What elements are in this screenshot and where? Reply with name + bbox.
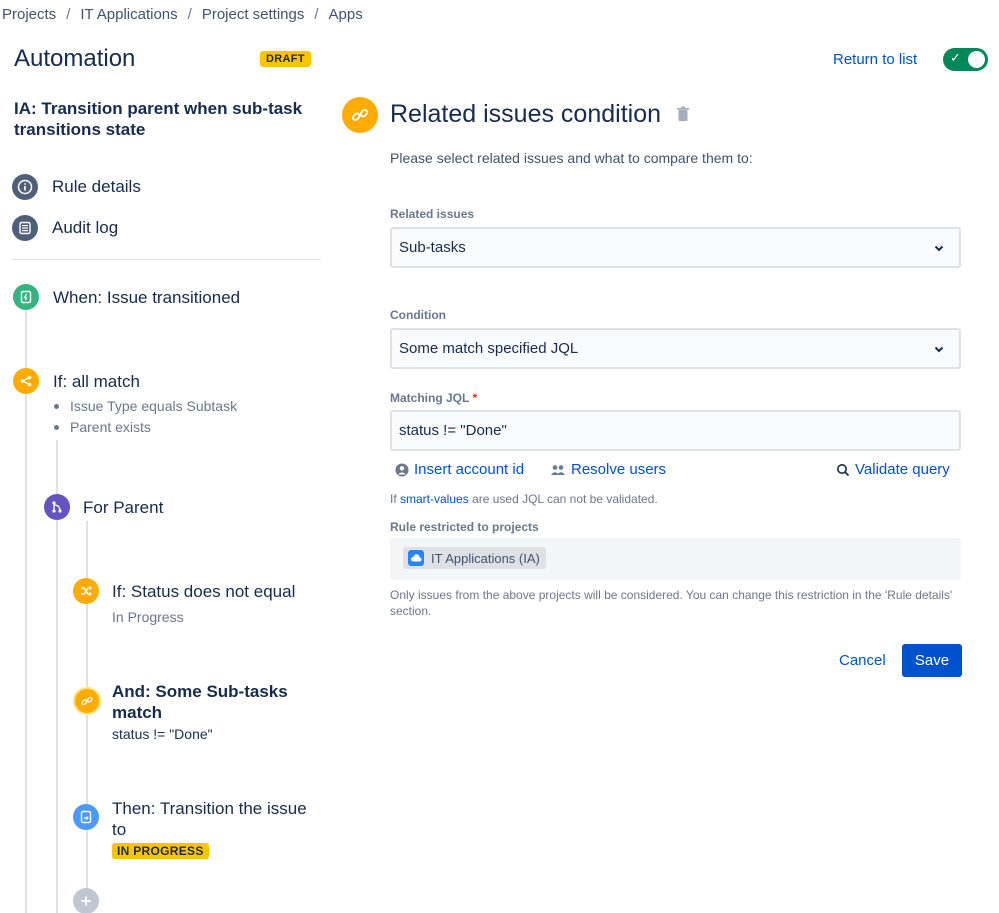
breadcrumb-it-applications[interactable]: IT Applications <box>80 6 177 23</box>
insert-account-id-label: Insert account id <box>414 461 525 478</box>
if-status-step[interactable]: If: Status does not equal <box>112 581 295 602</box>
restricted-projects-label: Rule restricted to projects <box>390 520 539 534</box>
condition-value: Some match specified JQL <box>399 340 579 357</box>
condition-list: Issue Type equals Subtask Parent exists <box>52 396 237 438</box>
users-icon <box>551 464 565 475</box>
list-item: Parent exists <box>52 417 237 438</box>
if-all-match-step[interactable]: If: all match <box>53 371 140 392</box>
rule-details-link[interactable]: Rule details <box>12 174 141 200</box>
status-lozenge: IN PROGRESS <box>112 843 209 859</box>
insert-account-id-button[interactable]: Insert account id <box>395 461 524 478</box>
audit-log-label: Audit log <box>52 218 119 237</box>
breadcrumb-separator: / <box>66 6 71 23</box>
toggle-knob <box>968 51 985 68</box>
hint-suffix: are used JQL can not be validated. <box>468 492 658 506</box>
breadcrumb-apps[interactable]: Apps <box>329 6 363 23</box>
breadcrumb-separator: / <box>187 6 192 23</box>
return-to-list-link[interactable]: Return to list <box>833 51 917 68</box>
user-icon <box>395 463 409 476</box>
shuffle-icon[interactable] <box>73 578 99 604</box>
required-marker: * <box>472 391 478 405</box>
validate-query-button[interactable]: Validate query <box>836 461 950 478</box>
rule-details-label: Rule details <box>52 177 141 196</box>
panel-title: Related issues condition <box>390 100 661 128</box>
related-issues-label: Related issues <box>390 207 475 221</box>
matching-jql-label-text: Matching JQL <box>390 391 470 405</box>
resolve-users-label: Resolve users <box>571 461 667 478</box>
then-transition-step[interactable]: Then: Transition the issue to <box>112 798 312 840</box>
save-button[interactable]: Save <box>902 644 962 677</box>
audit-log-link[interactable]: Audit log <box>12 215 118 241</box>
project-tag-label: IT Applications (IA) <box>431 550 540 566</box>
panel-description: Please select related issues and what to… <box>390 150 753 166</box>
list-icon <box>12 215 38 241</box>
and-some-match-value: status != "Done" <box>112 726 213 742</box>
trash-icon[interactable] <box>676 106 690 127</box>
lightning-icon[interactable] <box>13 284 39 310</box>
list-item: Issue Type equals Subtask <box>52 396 237 417</box>
matching-jql-label: Matching JQL * <box>390 391 477 405</box>
condition-label: Condition <box>390 308 446 322</box>
validate-query-label: Validate query <box>855 461 950 478</box>
page-title: Automation <box>14 45 136 72</box>
info-icon <box>12 174 38 200</box>
trigger-step[interactable]: When: Issue transitioned <box>53 287 240 308</box>
rule-enabled-toggle[interactable]: ✓ <box>943 48 988 71</box>
restricted-projects-box: IT Applications (IA) <box>390 538 961 580</box>
branch-icon[interactable] <box>44 494 70 520</box>
project-tag: IT Applications (IA) <box>403 547 546 569</box>
plus-icon[interactable] <box>73 888 99 913</box>
smart-values-link[interactable]: smart-values <box>400 492 469 506</box>
breadcrumb: Projects / IT Applications / Project set… <box>2 6 363 23</box>
related-issues-value: Sub-tasks <box>399 239 466 256</box>
breadcrumb-projects[interactable]: Projects <box>2 6 56 23</box>
for-parent-step[interactable]: For Parent <box>83 497 163 518</box>
related-issues-select[interactable]: Sub-tasks <box>390 227 961 268</box>
divider <box>12 259 321 260</box>
condition-select[interactable]: Some match specified JQL <box>390 328 961 369</box>
hint-prefix: If <box>390 492 401 506</box>
and-some-match-step[interactable]: And: Some Sub-tasks match <box>112 681 312 723</box>
flow-line <box>25 310 27 913</box>
link-icon[interactable] <box>73 687 101 715</box>
smart-values-hint: If smart-values are used JQL can not be … <box>390 492 658 506</box>
cloud-icon <box>408 550 424 566</box>
chevron-down-icon <box>933 342 945 359</box>
transition-icon[interactable] <box>73 804 99 830</box>
link-icon <box>342 97 378 133</box>
cancel-button[interactable]: Cancel <box>829 644 896 677</box>
breadcrumb-separator: / <box>314 6 319 23</box>
restriction-note: Only issues from the above projects will… <box>390 588 953 618</box>
check-icon: ✓ <box>950 50 961 65</box>
breadcrumb-project-settings[interactable]: Project settings <box>202 6 305 23</box>
if-status-value: In Progress <box>112 609 184 625</box>
rule-name: IA: Transition parent when sub-task tran… <box>14 99 303 139</box>
resolve-users-button[interactable]: Resolve users <box>550 461 666 478</box>
search-icon <box>837 463 850 476</box>
draft-badge: DRAFT <box>260 51 311 67</box>
branch-condition-icon[interactable] <box>13 368 39 394</box>
chevron-down-icon <box>933 241 945 258</box>
jql-input[interactable] <box>390 410 961 451</box>
